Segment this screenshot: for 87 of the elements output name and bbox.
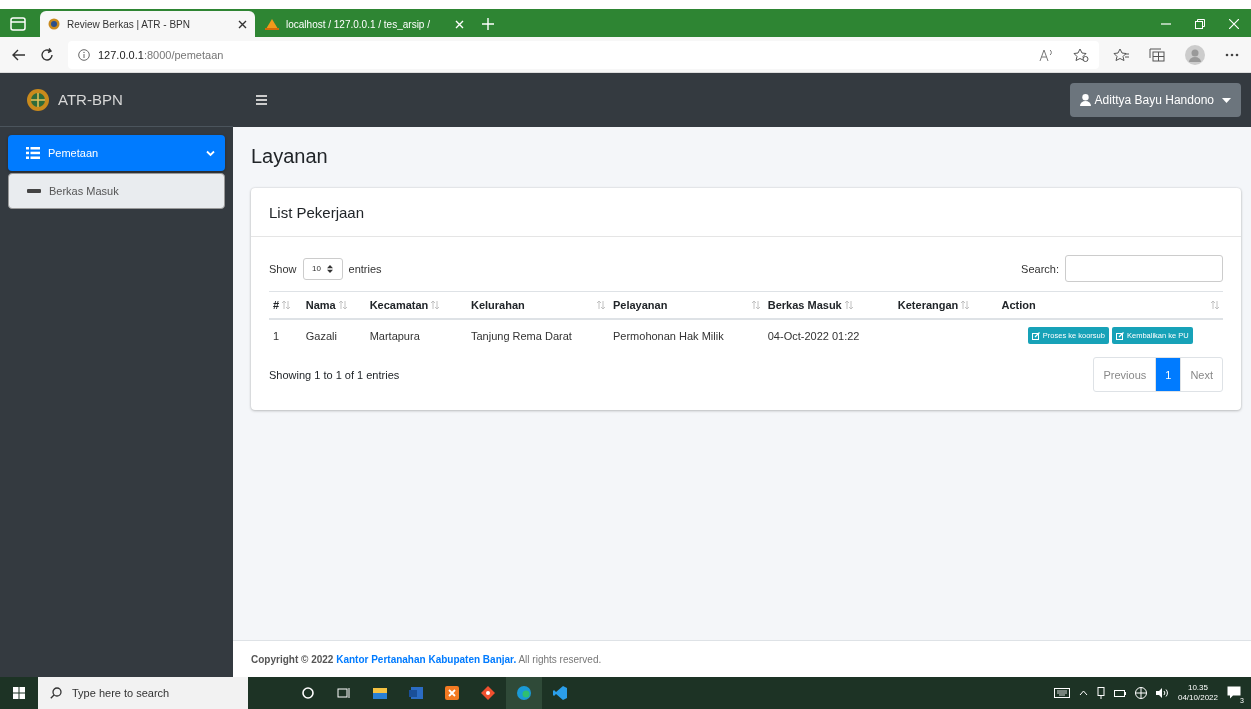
search-field[interactable] [1065, 255, 1223, 282]
sort-icon [431, 301, 440, 309]
close-icon [1229, 19, 1239, 29]
column-header[interactable]: Keterangan [897, 299, 959, 311]
battery-icon [1113, 688, 1126, 698]
favorites-icon [1113, 47, 1129, 62]
browser-tab[interactable]: localhost / 127.0.0.1 / tes_arsip / [257, 11, 472, 37]
chevron-down-icon [206, 149, 215, 157]
pen-icon [1096, 687, 1105, 699]
copyright-text: Copyright © 2022 Kantor Pertanahan Kabupaten Banjar. All rights reserved. [251, 653, 602, 665]
notification-icon [1227, 685, 1241, 699]
taskbar-search-field[interactable]: Type here to search [38, 677, 248, 709]
column-header[interactable]: Pelayanan [613, 299, 668, 311]
network-icon [1134, 687, 1147, 699]
edge-icon [517, 686, 531, 700]
profile-avatar-icon [1185, 44, 1205, 65]
windows-icon [13, 687, 25, 699]
table-cell: Gazali [305, 329, 337, 342]
entries-select[interactable]: 10 [302, 257, 343, 280]
table-cell: 04-Oct-2022 01:22 [767, 329, 860, 342]
user-icon [1079, 94, 1091, 106]
sort-icon [1211, 301, 1219, 309]
chevron-up-icon [1078, 690, 1088, 696]
sidebar-item[interactable]: Pemetaan [8, 135, 225, 171]
table-cell: Permohonan Hak Milik [613, 329, 724, 342]
task-view-icon [337, 686, 351, 700]
footer-link[interactable]: Kantor Pertanahan Kabupaten Banjar. [336, 653, 517, 665]
search-icon [50, 687, 62, 699]
info-icon [78, 48, 90, 61]
search-label: Search: [1021, 262, 1059, 275]
collections-icon [1149, 47, 1165, 62]
tab-actions-icon [10, 17, 26, 31]
column-header[interactable]: Kelurahan [470, 299, 525, 311]
more-icon [1225, 52, 1239, 57]
vscode-icon [553, 686, 567, 700]
edit-icon [1115, 331, 1124, 340]
page-title: Layanan [251, 145, 329, 168]
sidebar-subitem[interactable]: Berkas Masuk [8, 173, 225, 209]
refresh-icon [40, 47, 54, 62]
clock-time[interactable]: 10.35 [1187, 683, 1208, 693]
column-header[interactable]: Kecamatan [369, 299, 429, 311]
logo-icon [26, 87, 50, 112]
close-icon [455, 19, 464, 29]
cortana-icon [301, 686, 315, 700]
sail-icon [265, 18, 279, 30]
table-cell: 1 [273, 329, 280, 342]
table-cell: Tanjung Rema Darat [470, 329, 572, 342]
entries-label: entries [348, 262, 382, 275]
new-tab-icon [482, 18, 494, 30]
column-header[interactable]: # [273, 299, 280, 311]
user-menu-button[interactable]: Adittya Bayu Handono [1069, 83, 1241, 117]
star-plus-icon [1073, 47, 1089, 62]
show-label: Show [269, 262, 297, 275]
sort-icon [597, 301, 605, 309]
address-bar[interactable]: 127.0.0.1:8000/pemetaan [68, 40, 1099, 69]
dash-icon [27, 189, 41, 193]
browser-tab[interactable]: Review Berkas | ATR - BPN [40, 11, 255, 37]
table-cell: Martapura [369, 329, 420, 342]
table-info: Showing 1 to 1 of 1 entries [269, 368, 400, 381]
brand-name: ATR-BPN [58, 91, 123, 108]
read-aloud-icon [1039, 47, 1053, 62]
back-icon [12, 48, 26, 61]
restore-icon [1195, 19, 1205, 29]
menu-icon [256, 95, 267, 105]
sort-icon [282, 301, 291, 309]
card-title: List Pekerjaan [269, 203, 365, 221]
keyboard-icon [1053, 688, 1070, 698]
list-icon [26, 147, 40, 159]
sort-icon [338, 301, 347, 309]
git-icon [481, 686, 495, 700]
close-icon [238, 19, 247, 29]
folder-icon [373, 686, 387, 700]
globe-icon [48, 18, 60, 30]
edit-icon [1031, 331, 1040, 340]
caret-icon [1222, 97, 1231, 103]
sort-icon [751, 301, 760, 309]
xampp-icon [445, 686, 459, 700]
column-header[interactable]: Action [1001, 299, 1036, 311]
column-header[interactable]: Nama [305, 299, 336, 311]
clock-date[interactable]: 04/10/2022 [1177, 693, 1218, 703]
word-icon [409, 686, 423, 700]
sort-icon [961, 301, 970, 309]
sort-icon [844, 301, 853, 309]
updown-icon [327, 264, 333, 273]
volume-icon [1155, 688, 1169, 698]
column-header[interactable]: Berkas Masuk [767, 299, 842, 311]
page-button[interactable]: 1 [1155, 358, 1181, 391]
